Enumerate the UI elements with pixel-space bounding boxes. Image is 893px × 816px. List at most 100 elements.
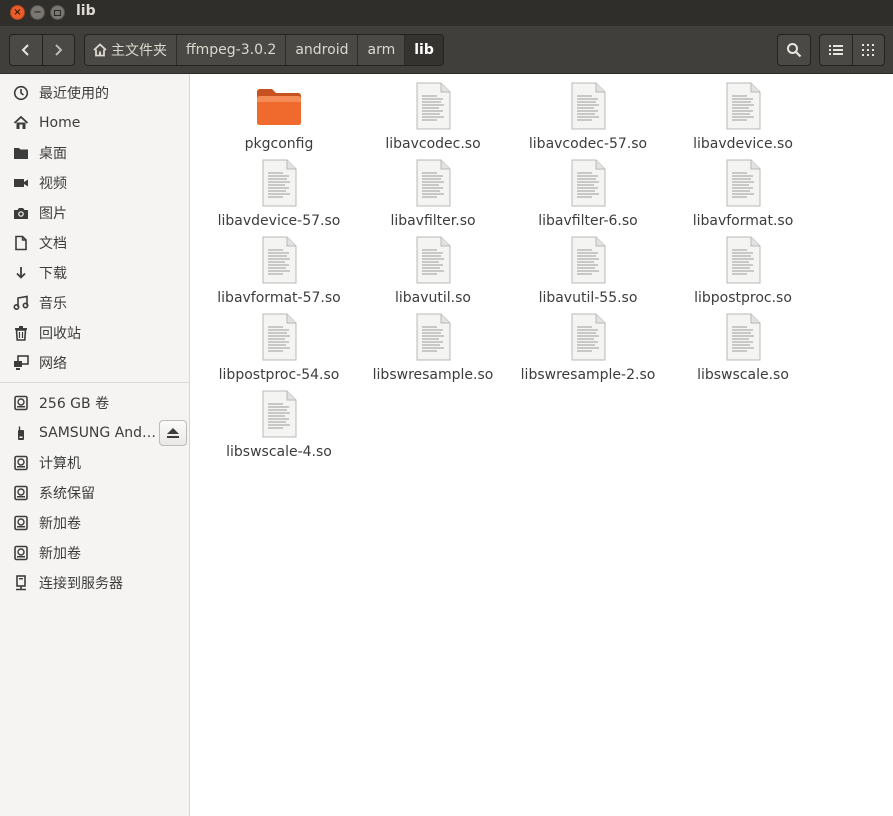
file-item[interactable]: libswresample-2.so: [513, 313, 663, 389]
file-item[interactable]: libavutil-55.so: [513, 236, 663, 312]
sidebar-item-trash[interactable]: 回收站: [0, 319, 189, 347]
file-name: libswresample.so: [372, 367, 494, 383]
file-grid: pkgconfig libavcodec.so libavcodec-57.so li…: [196, 74, 893, 816]
sidebar-item-videos[interactable]: 视频: [0, 169, 189, 197]
file-item[interactable]: libavfilter-6.so: [513, 159, 663, 235]
breadcrumb-item[interactable]: ffmpeg-3.0.2: [176, 35, 285, 65]
file-name: libavutil.so: [395, 290, 471, 306]
maximize-window-button[interactable]: [50, 5, 65, 20]
breadcrumb-label: ffmpeg-3.0.2: [186, 42, 277, 58]
file-item[interactable]: libpostproc-54.so: [204, 313, 354, 389]
drive-icon: [12, 484, 30, 502]
document-icon: [255, 236, 303, 284]
breadcrumb-current[interactable]: lib: [404, 35, 443, 65]
sidebar-item-desktop[interactable]: 桌面: [0, 139, 189, 167]
breadcrumb-item[interactable]: arm: [357, 35, 404, 65]
folder-item[interactable]: pkgconfig: [204, 82, 354, 158]
sidebar-item-label: SAMSUNG Android: [39, 425, 159, 441]
grid-view-button[interactable]: [851, 35, 885, 65]
file-item[interactable]: libavdevice.so: [668, 82, 818, 158]
list-view-button[interactable]: [820, 35, 852, 65]
breadcrumb-item[interactable]: android: [285, 35, 357, 65]
music-icon: [12, 294, 30, 312]
sidebar-item-home[interactable]: Home: [0, 109, 189, 137]
forward-button[interactable]: [41, 35, 75, 65]
chevron-right-icon: [55, 44, 63, 56]
sidebar-item-recent[interactable]: 最近使用的: [0, 79, 189, 107]
breadcrumb-label: lib: [414, 42, 434, 58]
title-bar: × − lib: [0, 0, 893, 26]
file-name: libavformat-57.so: [217, 290, 341, 306]
clock-icon: [12, 84, 30, 102]
file-item[interactable]: libavdevice-57.so: [204, 159, 354, 235]
document-icon: [564, 313, 612, 361]
sidebar-item-label: 连接到服务器: [39, 576, 123, 592]
sidebar-item-network[interactable]: 网络: [0, 349, 189, 377]
file-name: libswscale.so: [697, 367, 789, 383]
file-item[interactable]: libpostproc.so: [668, 236, 818, 312]
sidebar-item-connect-server[interactable]: 连接到服务器: [0, 569, 189, 597]
sidebar-item-label: Home: [39, 115, 81, 131]
file-item[interactable]: libavcodec.so: [358, 82, 508, 158]
search-icon: [787, 43, 802, 58]
drive-icon: [12, 394, 30, 412]
document-icon: [719, 159, 767, 207]
network-icon: [12, 354, 30, 372]
sidebar-item-documents[interactable]: 文档: [0, 229, 189, 257]
file-item[interactable]: libswscale.so: [668, 313, 818, 389]
sidebar-item-volume[interactable]: 256 GB 卷: [0, 389, 189, 417]
sidebar-item-computer[interactable]: 计算机: [0, 449, 189, 477]
sidebar-item-music[interactable]: 音乐: [0, 289, 189, 317]
file-item[interactable]: libavfilter.so: [358, 159, 508, 235]
document-icon: [564, 82, 612, 130]
file-item[interactable]: libswscale-4.so: [204, 390, 354, 466]
nav-buttons: [9, 34, 75, 66]
file-name: libavfilter.so: [390, 213, 476, 229]
drive-icon: [12, 514, 30, 532]
sidebar-item-label: 下载: [39, 266, 67, 282]
file-item[interactable]: libavformat-57.so: [204, 236, 354, 312]
phone-icon: [12, 424, 30, 442]
search-button[interactable]: [777, 34, 811, 66]
file-item[interactable]: libswresample.so: [358, 313, 508, 389]
file-name: pkgconfig: [244, 136, 314, 152]
sidebar-item-label: 计算机: [39, 456, 81, 472]
trash-icon: [12, 324, 30, 342]
video-icon: [12, 174, 30, 192]
back-button[interactable]: [10, 35, 42, 65]
file-item[interactable]: libavutil.so: [358, 236, 508, 312]
sidebar-item-label: 最近使用的: [39, 86, 109, 102]
sidebar-item-label: 音乐: [39, 296, 67, 312]
sidebar-item-label: 新加卷: [39, 546, 81, 562]
sidebar-item-label: 回收站: [39, 326, 81, 342]
camera-icon: [12, 204, 30, 222]
sidebar-item-new-volume[interactable]: 新加卷: [0, 539, 189, 567]
home-icon: [12, 114, 30, 132]
file-name: libavcodec-57.so: [528, 136, 648, 152]
sidebar-item-new-volume[interactable]: 新加卷: [0, 509, 189, 537]
download-icon: [12, 264, 30, 282]
breadcrumb-label: arm: [367, 42, 396, 58]
document-icon: [12, 234, 30, 252]
sidebar-item-samsung[interactable]: SAMSUNG Android: [0, 419, 189, 447]
minimize-window-button[interactable]: −: [30, 5, 45, 20]
file-name: libavformat.so: [692, 213, 794, 229]
file-item[interactable]: libavformat.so: [668, 159, 818, 235]
breadcrumb-home[interactable]: 主文件夹: [85, 35, 176, 65]
sidebar-item-downloads[interactable]: 下载: [0, 259, 189, 287]
file-item[interactable]: libavcodec-57.so: [513, 82, 663, 158]
close-window-button[interactable]: ×: [10, 5, 25, 20]
eject-icon: [167, 428, 179, 438]
folder-icon: [255, 82, 303, 130]
eject-button[interactable]: [159, 420, 187, 446]
sidebar-item-system-reserved[interactable]: 系统保留: [0, 479, 189, 507]
document-icon: [409, 159, 457, 207]
document-icon: [564, 236, 612, 284]
sidebar-item-pictures[interactable]: 图片: [0, 199, 189, 227]
file-name: libavutil-55.so: [538, 290, 638, 306]
sidebar-item-label: 系统保留: [39, 486, 95, 502]
sidebar-item-label: 视频: [39, 176, 67, 192]
sidebar-item-label: 文档: [39, 236, 67, 252]
sidebar-item-label: 网络: [39, 356, 67, 372]
list-view-icon: [828, 45, 843, 55]
